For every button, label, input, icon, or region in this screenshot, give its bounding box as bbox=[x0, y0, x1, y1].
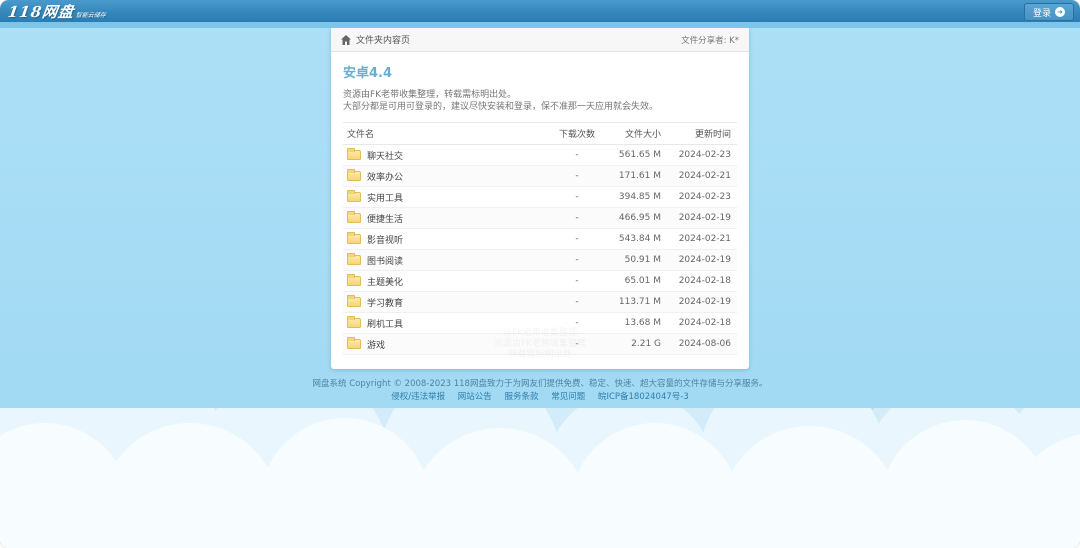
table-row[interactable]: 刷机工具 - 13.68 M 2024-02-18 bbox=[343, 313, 737, 334]
file-size: 2.21 G bbox=[603, 334, 665, 355]
updated-date: 2024-02-19 bbox=[665, 250, 737, 271]
file-table: 文件名 下载次数 文件大小 更新时间 聊天社交 bbox=[343, 122, 737, 355]
folder-name[interactable]: 效率办公 bbox=[367, 170, 403, 183]
file-size: 171.61 M bbox=[603, 166, 665, 187]
folder-name[interactable]: 游戏 bbox=[367, 338, 385, 351]
updated-date: 2024-02-19 bbox=[665, 292, 737, 313]
file-size: 394.85 M bbox=[603, 187, 665, 208]
table-row[interactable]: 便捷生活 - 466.95 M 2024-02-19 bbox=[343, 208, 737, 229]
folder-title: 安卓4.4 bbox=[343, 62, 737, 81]
column-header-filename: 文件名 bbox=[343, 123, 551, 145]
login-button-label: 登录 bbox=[1033, 6, 1051, 19]
login-arrow-icon: ➜ bbox=[1055, 7, 1065, 17]
footer-link-faq[interactable]: 常见问题 bbox=[551, 392, 585, 402]
folder-name[interactable]: 主题美化 bbox=[367, 275, 403, 288]
file-share-card: 文件夹内容页 文件分享者: K* 安卓4.4 资源由FK老带收集整理，转载需标明… bbox=[331, 28, 749, 369]
folder-icon bbox=[347, 318, 361, 328]
footer-link-notice[interactable]: 网站公告 bbox=[458, 392, 492, 402]
download-count: - bbox=[551, 187, 603, 208]
folder-icon bbox=[347, 276, 361, 286]
folder-name[interactable]: 图书阅读 bbox=[367, 254, 403, 267]
download-count: - bbox=[551, 271, 603, 292]
folder-icon bbox=[347, 297, 361, 307]
column-header-downloads: 下载次数 bbox=[551, 123, 603, 145]
column-header-filesize: 文件大小 bbox=[603, 123, 665, 145]
page: 118网盘智能云储存 登录 ➜ 文件夹内容页 文件分享者: K* 安卓4.4 资… bbox=[0, 0, 1080, 548]
table-row[interactable]: 聊天社交 - 561.65 M 2024-02-23 bbox=[343, 145, 737, 166]
folder-name[interactable]: 聊天社交 bbox=[367, 149, 403, 162]
login-button[interactable]: 登录 ➜ bbox=[1024, 3, 1074, 21]
folder-name[interactable]: 实用工具 bbox=[367, 191, 403, 204]
updated-date: 2024-02-18 bbox=[665, 271, 737, 292]
top-navbar: 118网盘智能云储存 登录 ➜ bbox=[0, 0, 1080, 22]
description-line-2: 大部分都是可用可登录的，建议尽快安装和登录，保不准那一天应用就会失效。 bbox=[343, 101, 737, 113]
table-row[interactable]: 图书阅读 - 50.91 M 2024-02-19 bbox=[343, 250, 737, 271]
folder-description: 资源由FK老带收集整理，转载需标明出处。 大部分都是可用可登录的，建议尽快安装和… bbox=[343, 89, 737, 113]
page-footer: 网盘系统 Copyright © 2008-2023 118网盘致力于为网友们提… bbox=[0, 378, 1080, 404]
table-row[interactable]: 实用工具 - 394.85 M 2024-02-23 bbox=[343, 187, 737, 208]
site-logo-tagline: 智能云储存 bbox=[75, 12, 106, 19]
folder-name[interactable]: 影音视听 bbox=[367, 233, 403, 246]
updated-date: 2024-02-23 bbox=[665, 187, 737, 208]
footer-links: 侵权/违法举报 网站公告 服务条款 常见问题 皖ICP备18024047号-3 bbox=[0, 391, 1080, 404]
updated-date: 2024-02-23 bbox=[665, 145, 737, 166]
folder-name[interactable]: 刷机工具 bbox=[367, 317, 403, 330]
card-header: 文件夹内容页 文件分享者: K* bbox=[331, 28, 749, 52]
footer-link-terms[interactable]: 服务条款 bbox=[505, 392, 539, 402]
breadcrumb[interactable]: 文件夹内容页 bbox=[341, 33, 410, 46]
footer-link-report[interactable]: 侵权/违法举报 bbox=[391, 392, 445, 402]
updated-date: 2024-02-18 bbox=[665, 313, 737, 334]
site-logo[interactable]: 118网盘智能云储存 bbox=[7, 1, 108, 22]
folder-icon bbox=[347, 213, 361, 223]
column-header-updated: 更新时间 bbox=[665, 123, 737, 145]
folder-icon bbox=[347, 171, 361, 181]
download-count: - bbox=[551, 166, 603, 187]
download-count: - bbox=[551, 292, 603, 313]
table-row[interactable]: 游戏 - 2.21 G 2024-08-06 bbox=[343, 334, 737, 355]
table-row[interactable]: 效率办公 - 171.61 M 2024-02-21 bbox=[343, 166, 737, 187]
download-count: - bbox=[551, 250, 603, 271]
file-size: 65.01 M bbox=[603, 271, 665, 292]
file-sharer-label: 文件分享者: K* bbox=[681, 34, 739, 46]
site-logo-text: 118网盘 bbox=[7, 3, 76, 21]
folder-name[interactable]: 学习教育 bbox=[367, 296, 403, 309]
folder-icon bbox=[347, 255, 361, 265]
copyright-text: 网盘系统 Copyright © 2008-2023 118网盘致力于为网友们提… bbox=[0, 378, 1080, 391]
card-body: 安卓4.4 资源由FK老带收集整理，转载需标明出处。 大部分都是可用可登录的，建… bbox=[331, 52, 749, 369]
file-size: 13.68 M bbox=[603, 313, 665, 334]
table-row[interactable]: 学习教育 - 113.71 M 2024-02-19 bbox=[343, 292, 737, 313]
download-count: - bbox=[551, 208, 603, 229]
file-table-head: 文件名 下载次数 文件大小 更新时间 bbox=[343, 123, 737, 145]
updated-date: 2024-02-21 bbox=[665, 166, 737, 187]
table-row[interactable]: 主题美化 - 65.01 M 2024-02-18 bbox=[343, 271, 737, 292]
footer-link-icp[interactable]: 皖ICP备18024047号-3 bbox=[598, 392, 689, 402]
folder-icon bbox=[347, 150, 361, 160]
folder-icon bbox=[347, 339, 361, 349]
home-icon bbox=[341, 35, 351, 45]
file-table-body: 聊天社交 - 561.65 M 2024-02-23 bbox=[343, 145, 737, 355]
folder-icon bbox=[347, 192, 361, 202]
cloud-decoration bbox=[0, 408, 1080, 548]
breadcrumb-label: 文件夹内容页 bbox=[356, 33, 410, 46]
updated-date: 2024-08-06 bbox=[665, 334, 737, 355]
updated-date: 2024-02-21 bbox=[665, 229, 737, 250]
table-row[interactable]: 影音视听 - 543.84 M 2024-02-21 bbox=[343, 229, 737, 250]
download-count: - bbox=[551, 229, 603, 250]
folder-icon bbox=[347, 234, 361, 244]
file-size: 50.91 M bbox=[603, 250, 665, 271]
download-count: - bbox=[551, 334, 603, 355]
file-size: 561.65 M bbox=[603, 145, 665, 166]
download-count: - bbox=[551, 313, 603, 334]
download-count: - bbox=[551, 145, 603, 166]
file-size: 466.95 M bbox=[603, 208, 665, 229]
navbar-accent-strip bbox=[0, 22, 1080, 28]
file-size: 543.84 M bbox=[603, 229, 665, 250]
updated-date: 2024-02-19 bbox=[665, 208, 737, 229]
file-size: 113.71 M bbox=[603, 292, 665, 313]
folder-name[interactable]: 便捷生活 bbox=[367, 212, 403, 225]
description-line-1: 资源由FK老带收集整理，转载需标明出处。 bbox=[343, 89, 737, 101]
